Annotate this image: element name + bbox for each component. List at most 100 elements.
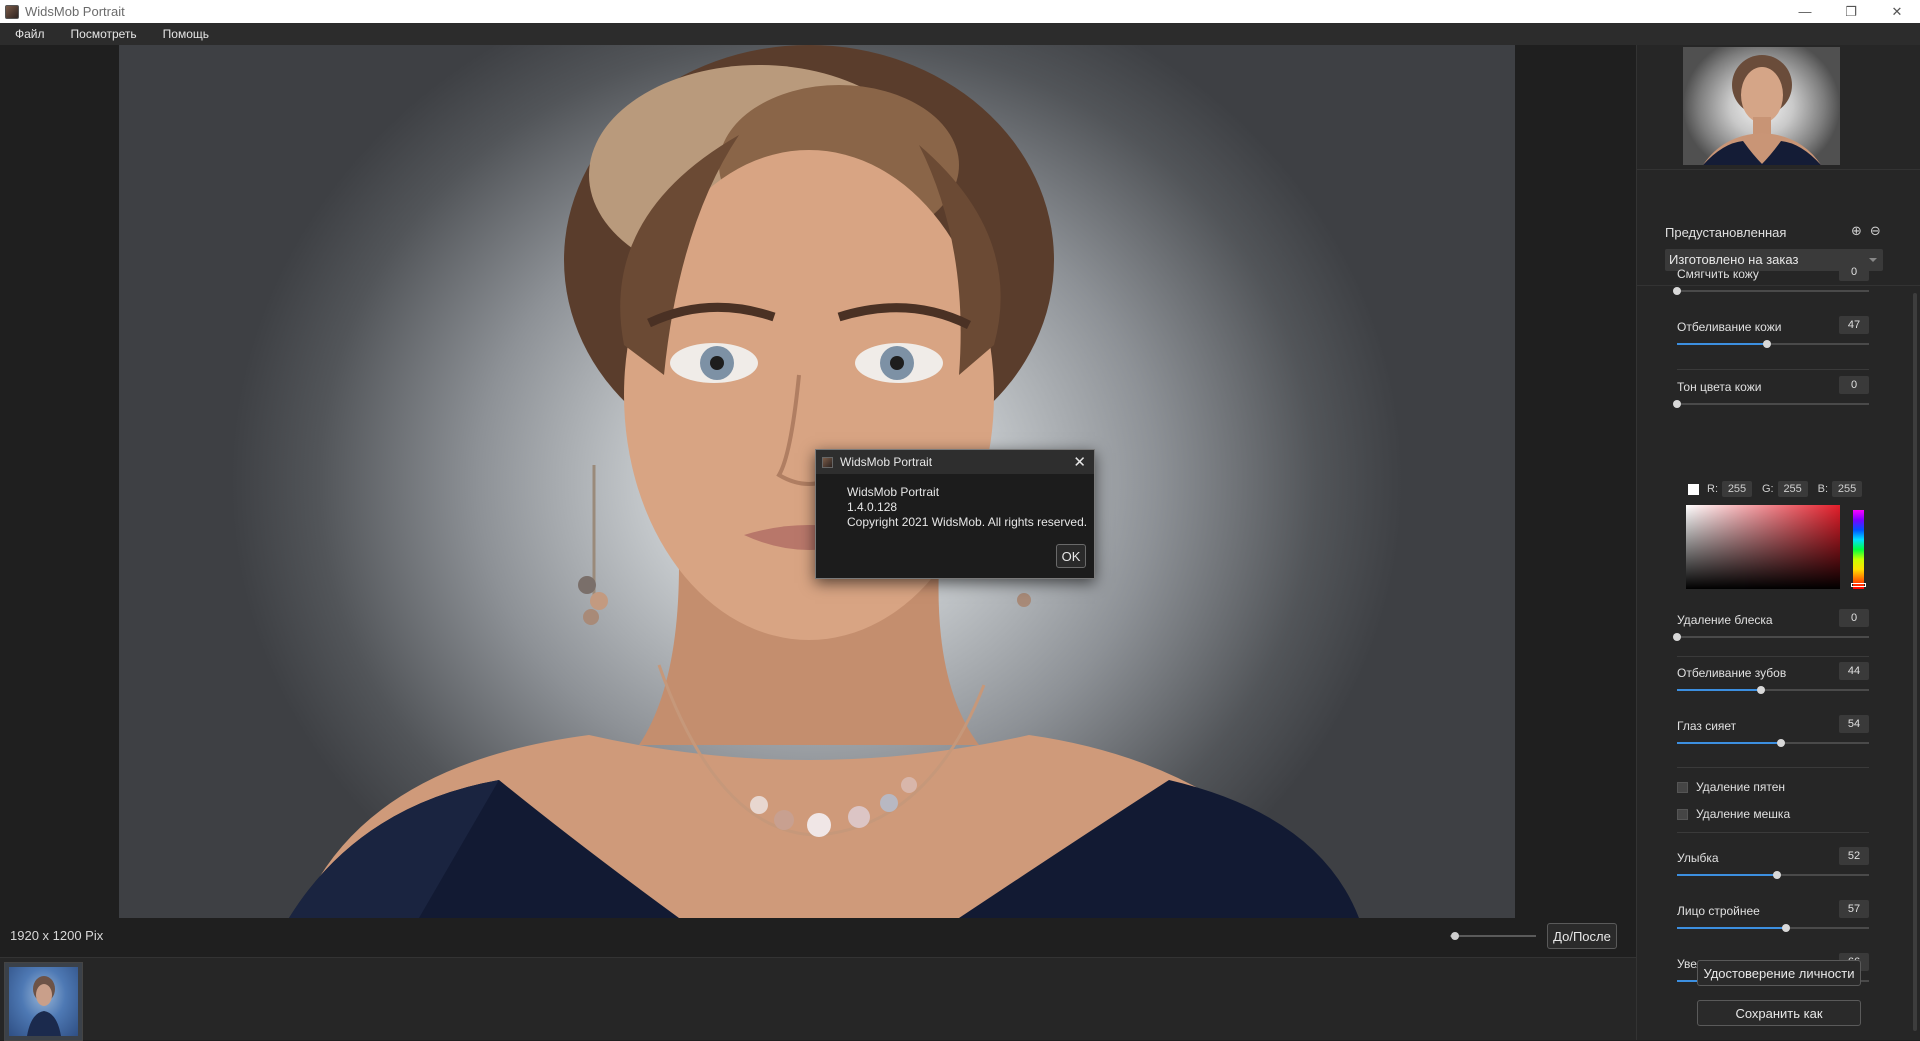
panel-separator xyxy=(1637,285,1920,286)
chevron-down-icon xyxy=(1869,258,1877,262)
restore-button[interactable]: ❐ xyxy=(1828,0,1874,23)
checkbox-label: Удаление пятен xyxy=(1696,780,1786,794)
slider-label: Лицо стройнее xyxy=(1677,904,1760,918)
menu-view[interactable]: Посмотреть xyxy=(57,27,149,41)
b-label: B: xyxy=(1817,483,1829,495)
section-divider xyxy=(1677,369,1869,370)
hue-slider-handle[interactable] xyxy=(1851,583,1866,587)
about-copyright: Copyright 2021 WidsMob. All rights reser… xyxy=(847,515,1088,529)
panel-scrollbar[interactable] xyxy=(1913,293,1917,1031)
slider-handle[interactable] xyxy=(1772,871,1781,879)
adjustments-panel: Предустановленная ⊕ ⊖ Изготовлено на зак… xyxy=(1636,45,1920,1040)
image-dimensions: 1920 x 1200 Pix xyxy=(10,928,104,943)
identity-button[interactable]: Удостоверение личности xyxy=(1697,960,1861,986)
section-divider xyxy=(1677,832,1869,833)
checkbox-label: Удаление мешка xyxy=(1696,807,1791,821)
slider-fill xyxy=(1677,742,1781,744)
rgb-inputs: R: 255 G: 255 B: 255 xyxy=(1688,480,1873,498)
section-divider xyxy=(1677,656,1869,657)
menu-file[interactable]: Файл xyxy=(0,27,57,41)
slider-value[interactable]: 0 xyxy=(1839,376,1869,394)
dialog-title: WidsMob Portrait xyxy=(840,455,933,469)
r-input[interactable]: 255 xyxy=(1722,481,1752,497)
menu-bar: Файл Посмотреть Помощь xyxy=(0,23,1920,45)
checkbox-box[interactable] xyxy=(1677,808,1688,820)
slider-track[interactable] xyxy=(1673,400,1869,408)
slider-value[interactable]: 44 xyxy=(1839,662,1869,680)
slider-track[interactable] xyxy=(1677,686,1869,694)
checkbox-bag-removal[interactable]: Удаление мешка xyxy=(1677,807,1790,821)
slider-fill xyxy=(1677,343,1768,345)
r-label: R: xyxy=(1707,483,1718,495)
slider-value[interactable]: 52 xyxy=(1839,847,1869,865)
slider-track[interactable] xyxy=(1677,924,1869,932)
slider-label: Тон цвета кожи xyxy=(1677,380,1762,394)
ok-button[interactable]: OK xyxy=(1056,544,1086,568)
slider-track[interactable] xyxy=(1677,871,1869,879)
hue-slider[interactable] xyxy=(1853,510,1864,589)
slider-label: Смягчить кожу xyxy=(1677,267,1759,281)
slider-value[interactable]: 0 xyxy=(1839,263,1869,281)
slider-label: Удаление блеска xyxy=(1677,613,1773,627)
window-title: WidsMob Portrait xyxy=(25,4,125,19)
slider-fill xyxy=(1677,689,1762,691)
preset-actions: ⊕ ⊖ xyxy=(1851,223,1881,239)
section-divider xyxy=(1677,767,1869,768)
slider-value[interactable]: 54 xyxy=(1839,715,1869,733)
thumbnail-portrait xyxy=(27,976,61,1036)
slider-value[interactable]: 57 xyxy=(1839,900,1869,918)
thumbnail-image xyxy=(9,967,78,1036)
slider-label: Улыбка xyxy=(1677,851,1719,865)
about-dialog: WidsMob Portrait ✕ WidsMob Portrait 1.4.… xyxy=(815,449,1095,579)
color-swatch[interactable] xyxy=(1688,483,1699,495)
panel-separator xyxy=(1637,169,1920,170)
slider-track[interactable] xyxy=(1677,340,1869,348)
slider-fill xyxy=(1677,874,1777,876)
before-after-button[interactable]: До/После xyxy=(1547,923,1617,949)
color-picker-field[interactable] xyxy=(1686,505,1840,589)
slider-handle[interactable] xyxy=(1763,340,1772,348)
dialog-body: WidsMob Portrait 1.4.0.128 Copyright 202… xyxy=(847,485,1087,530)
slider-handle[interactable] xyxy=(1757,686,1766,694)
slider-handle[interactable] xyxy=(1673,633,1681,641)
slider-fill xyxy=(1677,927,1787,929)
preview-portrait xyxy=(1703,55,1821,165)
preset-selected-value: Изготовлено на заказ xyxy=(1669,252,1799,267)
preview-thumbnail xyxy=(1683,47,1840,165)
title-bar: WidsMob Portrait — ❐ ✕ xyxy=(0,0,1920,23)
slider-track[interactable] xyxy=(1673,633,1869,641)
close-window-button[interactable]: ✕ xyxy=(1874,0,1920,23)
app-logo-icon xyxy=(822,456,833,468)
about-app-name: WidsMob Portrait xyxy=(847,485,940,499)
slider-value[interactable]: 47 xyxy=(1839,316,1869,334)
slider-track[interactable] xyxy=(1673,287,1869,295)
about-version: 1.4.0.128 xyxy=(847,500,898,514)
slider-handle[interactable] xyxy=(1776,739,1785,747)
slider-label: Отбеливание зубов xyxy=(1677,666,1787,680)
app-logo-icon xyxy=(5,4,19,19)
slider-label: Отбеливание кожи xyxy=(1677,320,1782,334)
checkbox-box[interactable] xyxy=(1677,781,1688,793)
slider-handle[interactable] xyxy=(1673,400,1681,408)
filmstrip-thumbnail[interactable] xyxy=(4,962,83,1041)
zoom-slider[interactable] xyxy=(1450,932,1536,940)
save-as-button[interactable]: Сохранить как xyxy=(1697,1000,1861,1026)
slider-track[interactable] xyxy=(1677,739,1869,747)
dialog-title-bar: WidsMob Portrait ✕ xyxy=(816,450,1094,474)
b-input[interactable]: 255 xyxy=(1832,481,1863,497)
slider-handle[interactable] xyxy=(1673,287,1681,295)
g-label: G: xyxy=(1762,483,1774,495)
g-input[interactable]: 255 xyxy=(1777,481,1808,497)
filmstrip xyxy=(0,957,1636,1041)
window-controls: — ❐ ✕ xyxy=(1782,0,1920,23)
slider-handle[interactable] xyxy=(1782,924,1791,932)
checkbox-spot-removal[interactable]: Удаление пятен xyxy=(1677,780,1785,794)
close-icon[interactable]: ✕ xyxy=(1073,453,1086,471)
preset-label: Предустановленная xyxy=(1665,225,1787,240)
menu-help[interactable]: Помощь xyxy=(149,27,221,41)
minimize-button[interactable]: — xyxy=(1782,0,1828,23)
zoom-slider-handle[interactable] xyxy=(1451,932,1460,940)
remove-preset-icon[interactable]: ⊖ xyxy=(1870,223,1881,239)
add-preset-icon[interactable]: ⊕ xyxy=(1851,223,1862,239)
slider-value[interactable]: 0 xyxy=(1839,609,1869,627)
